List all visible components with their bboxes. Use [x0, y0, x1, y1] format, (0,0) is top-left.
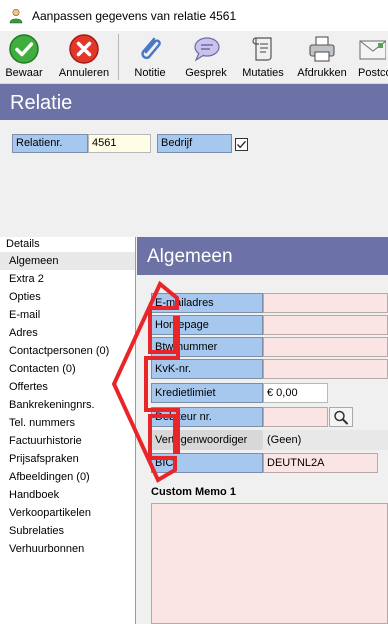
- tree-item-e-mail[interactable]: E-mail: [0, 306, 135, 324]
- vertegenwoordiger-select[interactable]: (Geen): [263, 430, 388, 450]
- vertegenwoordiger-label: Vertegenwoordiger: [151, 430, 263, 450]
- cancel-label: Annuleren: [58, 67, 110, 79]
- tree-item-prijsafspraken[interactable]: Prijsafspraken: [0, 450, 135, 468]
- check-icon: [9, 34, 39, 64]
- debiteur-nr-label: Debiteur nr.: [151, 407, 263, 427]
- envelope-icon: [359, 40, 386, 60]
- tree-item-tel-nummers[interactable]: Tel. nummers: [0, 414, 135, 432]
- note-label: Notitie: [134, 67, 166, 79]
- toolbar-separator: [118, 34, 119, 80]
- bedrijf-label: Bedrijf: [157, 134, 232, 153]
- tree-item-contactpersonen[interactable]: Contactpersonen (0): [0, 342, 135, 360]
- note-button[interactable]: Notitie: [128, 31, 172, 84]
- print-label: Afdrukken: [297, 67, 347, 79]
- checkmark-icon: [237, 140, 246, 149]
- email-label: E-mailadres: [151, 293, 263, 313]
- relatienr-field[interactable]: 4561: [88, 134, 151, 153]
- post-label: Postco: [358, 67, 388, 79]
- kredietlimiet-label: Kredietlimiet: [151, 383, 263, 403]
- tree-header: Details: [6, 238, 40, 250]
- save-button[interactable]: Bewaar: [4, 31, 44, 84]
- tree-item-subrelaties[interactable]: Subrelaties: [0, 522, 135, 540]
- conversation-button[interactable]: Gesprek: [184, 31, 228, 84]
- title-bar: Aanpassen gegevens van relatie 4561: [0, 0, 388, 31]
- details-tree: Details Algemeen Extra 2 Opties E-mail A…: [0, 237, 136, 624]
- printer-icon: [309, 36, 335, 62]
- conversation-label: Gesprek: [185, 67, 227, 79]
- scroll-icon: [252, 37, 272, 61]
- print-button[interactable]: Afdrukken: [296, 31, 348, 84]
- post-button[interactable]: Postco: [354, 31, 388, 84]
- tree-item-algemeen[interactable]: Algemeen: [0, 252, 135, 270]
- tree-item-verkoopartikelen[interactable]: Verkoopartikelen: [0, 504, 135, 522]
- kvk-nr-label: KvK-nr.: [151, 359, 263, 379]
- window-title: Aanpassen gegevens van relatie 4561: [32, 8, 237, 23]
- memo-title: Custom Memo 1: [151, 486, 236, 498]
- tree-item-adres[interactable]: Adres: [0, 324, 135, 342]
- relatie-heading: Relatie: [0, 84, 388, 120]
- speech-bubble-icon: [194, 37, 220, 62]
- paperclip-icon: [141, 37, 161, 60]
- cancel-icon: [69, 34, 99, 64]
- tree-item-extra-2[interactable]: Extra 2: [0, 270, 135, 288]
- relatie-header-fields: Relatienr. 4561 Bedrijf: [0, 120, 388, 237]
- tree-item-factuurhistorie[interactable]: Factuurhistorie: [0, 432, 135, 450]
- relatienr-label: Relatienr.: [12, 134, 88, 153]
- debiteur-nr-field[interactable]: [263, 407, 328, 427]
- tree-item-contacten[interactable]: Contacten (0): [0, 360, 135, 378]
- tree-item-afbeeldingen[interactable]: Afbeeldingen (0): [0, 468, 135, 486]
- algemeen-heading: Algemeen: [137, 237, 388, 275]
- tree-item-opties[interactable]: Opties: [0, 288, 135, 306]
- custom-memo-field[interactable]: [151, 503, 388, 624]
- bic-field[interactable]: DEUTNL2A: [263, 453, 378, 473]
- kvk-nr-field[interactable]: [263, 359, 388, 379]
- bic-label: BIC: [151, 453, 263, 473]
- debiteur-search-button[interactable]: [329, 407, 353, 427]
- bedrijf-checkbox[interactable]: [235, 138, 248, 151]
- magnifier-icon: [334, 410, 348, 425]
- algemeen-panel: Algemeen E-mailadres Homepage Btw-nummer…: [137, 237, 388, 624]
- mutations-label: Mutaties: [242, 67, 284, 79]
- tree-item-bankrekeningnrs[interactable]: Bankrekeningnrs.: [0, 396, 135, 414]
- tree-item-handboek[interactable]: Handboek: [0, 486, 135, 504]
- homepage-label: Homepage: [151, 315, 263, 335]
- email-field[interactable]: [263, 293, 388, 313]
- cancel-button[interactable]: Annuleren: [56, 31, 112, 84]
- kredietlimiet-field[interactable]: € 0,00: [263, 383, 328, 403]
- homepage-field[interactable]: [263, 315, 388, 335]
- tree-item-verhuurbonnen[interactable]: Verhuurbonnen: [0, 540, 135, 558]
- btw-nummer-field[interactable]: [263, 337, 388, 357]
- toolbar: Bewaar Annuleren Notitie Gesprek Mutatie…: [0, 31, 388, 84]
- tree-item-offertes[interactable]: Offertes: [0, 378, 135, 396]
- save-label: Bewaar: [5, 67, 43, 79]
- person-icon: [9, 8, 23, 23]
- btw-nummer-label: Btw-nummer: [151, 337, 263, 357]
- mutations-button[interactable]: Mutaties: [240, 31, 286, 84]
